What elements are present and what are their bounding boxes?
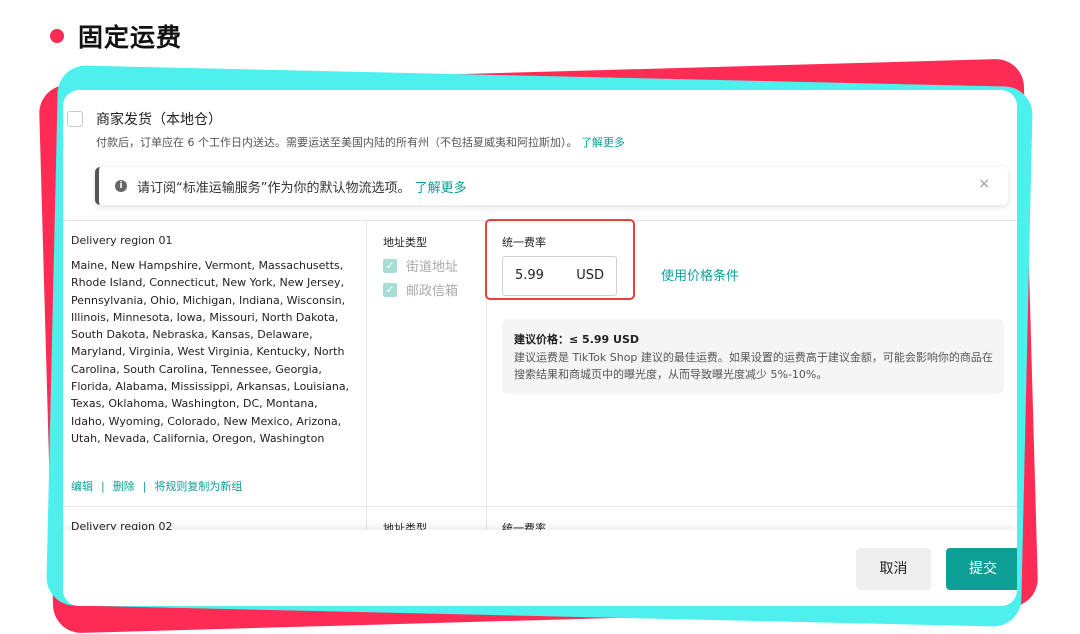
region-states: Maine, New Hampshire, Vermont, Massachus…: [71, 259, 350, 445]
close-icon[interactable]: ×: [978, 176, 990, 192]
action-separator: |: [142, 480, 147, 493]
bullet-dot: [50, 29, 64, 43]
row-divider: [63, 506, 1017, 507]
column-divider: [366, 220, 367, 530]
action-separator: |: [101, 480, 105, 493]
address-type-po-box[interactable]: ✓ 邮政信箱: [383, 280, 458, 299]
delete-link[interactable]: 删除: [113, 480, 135, 493]
highlight-box: [485, 219, 635, 300]
copy-rule-link[interactable]: 将规则复制为新组: [154, 480, 242, 493]
option-description-text: 付款后，订单应在 6 个工作日内送达。需要运送至美国内陆的所有州（不包括夏威夷和…: [96, 136, 578, 149]
suggested-price-box: 建议价格：≤ 5.99 USD 建议运费是 TikTok Shop 建议的最佳运…: [502, 319, 1004, 394]
address-type-street-label: 街道地址: [406, 260, 459, 275]
notice-text: 请订阅“标准运输服务”作为你的默认物流选项。: [137, 181, 411, 196]
shipping-settings-card: 商家发货（本地仓） 付款后，订单应在 6 个工作日内送达。需要运送至美国内陆的所…: [63, 90, 1017, 606]
option-description: 付款后，订单应在 6 个工作日内送达。需要运送至美国内陆的所有州（不包括夏威夷和…: [96, 134, 625, 150]
local-warehouse-checkbox[interactable]: [67, 111, 83, 127]
footer-bar: 取消 提交: [63, 530, 1017, 606]
suggested-price-description: 建议运费是 TikTok Shop 建议的最佳运费。如果设置的运费高于建议金额，…: [514, 351, 993, 381]
option-learn-more-link[interactable]: 了解更多: [581, 136, 625, 149]
address-type-street[interactable]: ✓ 街道地址: [383, 256, 458, 275]
address-type-label: 地址类型: [383, 236, 427, 249]
edit-link[interactable]: 编辑: [71, 480, 93, 493]
check-icon: ✓: [383, 258, 397, 273]
info-icon: i: [115, 180, 127, 192]
region-title: Delivery region 01: [71, 234, 173, 247]
notice-banner: i 请订阅“标准运输服务”作为你的默认物流选项。 了解更多 ×: [95, 167, 1008, 205]
address-type-po-box-label: 邮政信箱: [406, 284, 459, 299]
price-condition-link[interactable]: 使用价格条件: [661, 265, 739, 284]
page-title: 固定运费: [78, 23, 183, 52]
option-title: 商家发货（本地仓）: [96, 112, 222, 128]
suggested-price-title: 建议价格：≤ 5.99 USD: [514, 333, 640, 346]
section-heading: 固定运费: [50, 18, 182, 54]
region-actions: 编辑 | 删除 | 将规则复制为新组: [71, 478, 242, 494]
notice-text-wrap: 请订阅“标准运输服务”作为你的默认物流选项。 了解更多: [137, 177, 467, 196]
cancel-button[interactable]: 取消: [856, 548, 931, 590]
notice-learn-more-link[interactable]: 了解更多: [415, 181, 467, 196]
submit-button[interactable]: 提交: [946, 548, 1017, 590]
check-icon: ✓: [383, 282, 397, 297]
